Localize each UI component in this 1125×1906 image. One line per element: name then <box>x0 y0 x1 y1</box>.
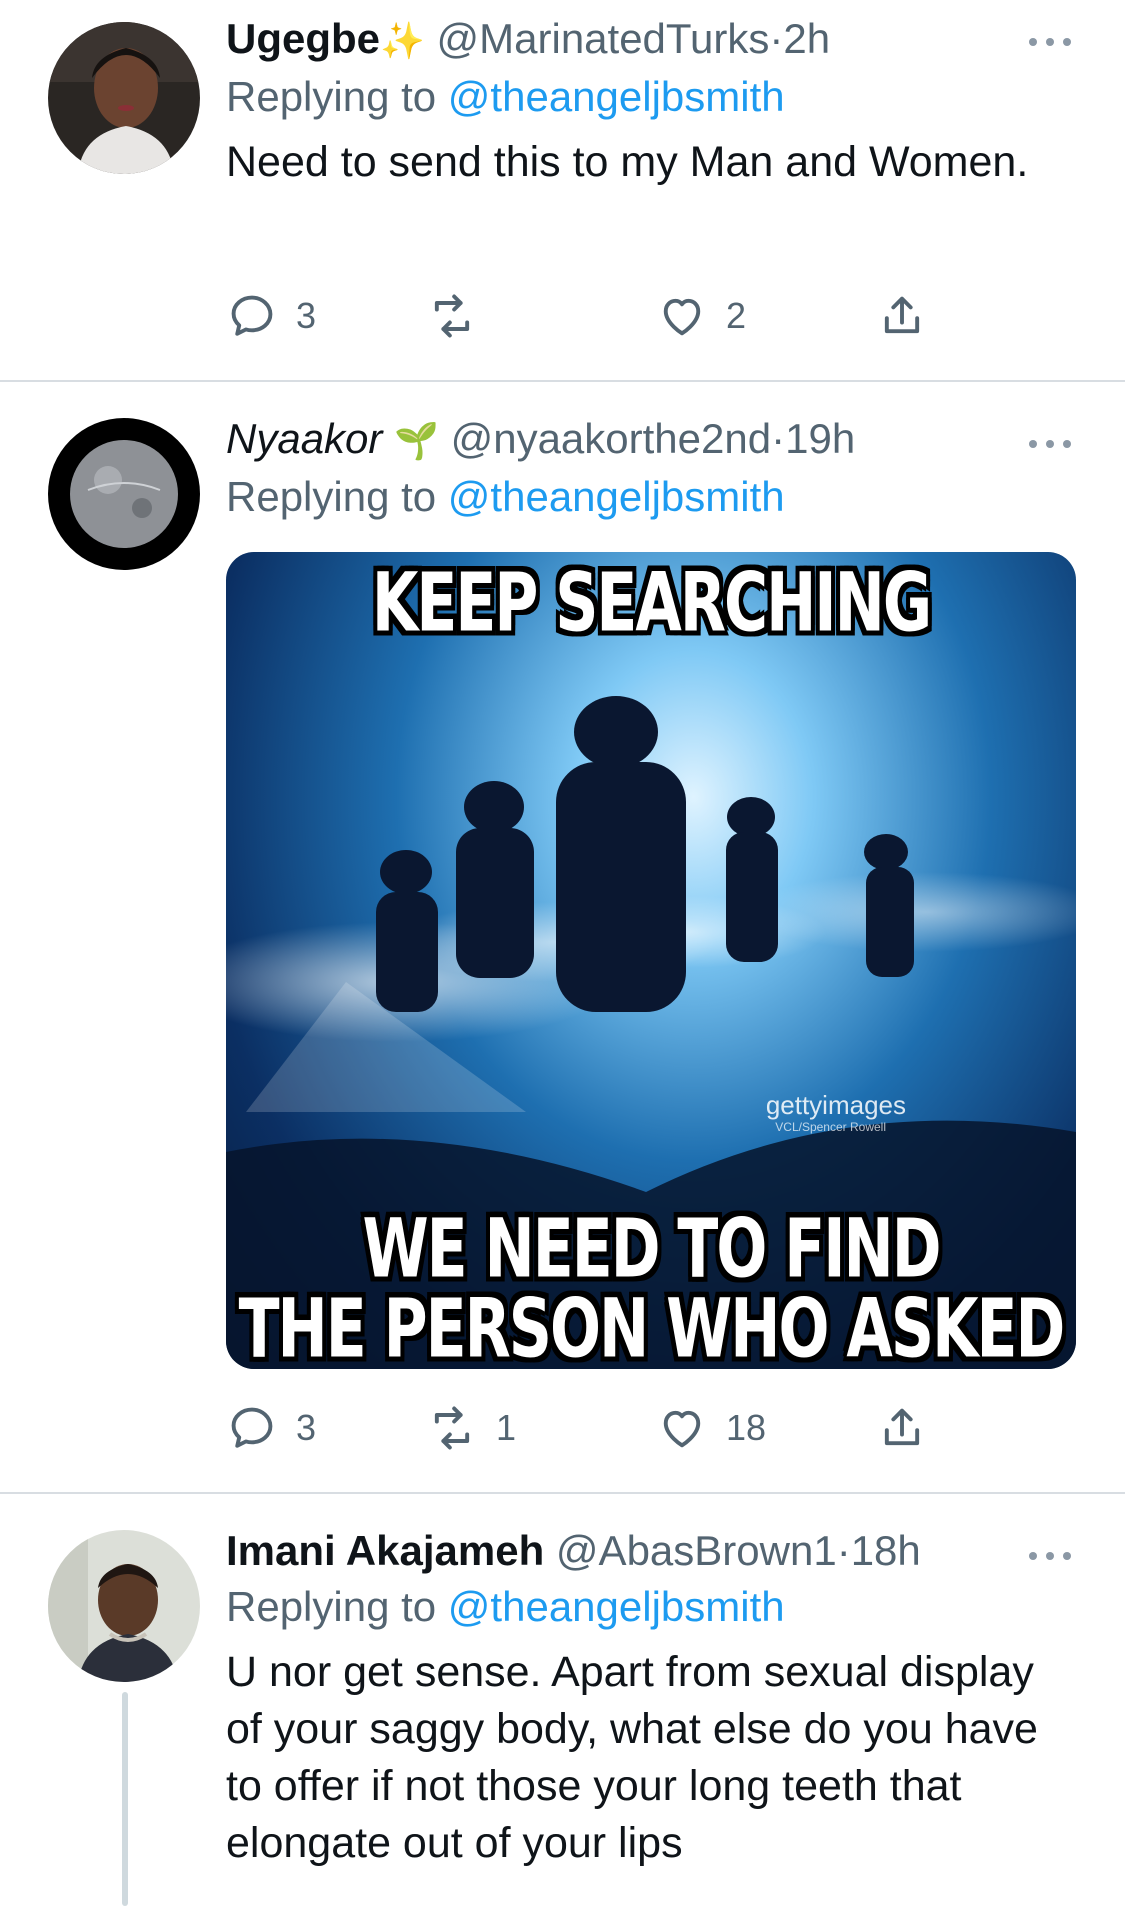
like-count: 18 <box>726 1407 767 1448</box>
replying-to: Replying to @theangeljbsmith <box>226 68 1076 126</box>
replying-prefix: Replying to <box>226 73 437 120</box>
reply-count: 3 <box>296 295 317 336</box>
separator-dot: · <box>769 15 784 62</box>
avatar[interactable] <box>48 418 200 570</box>
user-handle[interactable]: @AbasBrown1 <box>556 1527 837 1574</box>
tweet-text: U nor get sense. Apart from sexual displ… <box>226 1648 1038 1867</box>
reply-icon <box>231 1407 273 1448</box>
share-button[interactable] <box>876 1398 928 1458</box>
reply-button[interactable]: 3 <box>226 286 316 346</box>
replying-prefix: Replying to <box>226 1583 437 1630</box>
retweet-icon <box>434 1406 470 1450</box>
heart-icon <box>663 298 701 336</box>
tweet-actions: 3 2 <box>226 286 1076 346</box>
tweet-text: Need to send this to my Man and Women. <box>226 138 1029 186</box>
retweet-button[interactable] <box>426 286 496 346</box>
avatar[interactable] <box>48 22 200 174</box>
replying-to: Replying to @theangeljbsmith <box>226 468 1076 526</box>
timestamp[interactable]: 19h <box>785 415 855 462</box>
retweet-count: 1 <box>496 1407 517 1448</box>
user-handle[interactable]: @nyaakorthe2nd <box>451 415 772 462</box>
reply-count: 3 <box>296 1407 317 1448</box>
timestamp[interactable]: 2h <box>783 15 830 62</box>
like-count: 2 <box>726 295 747 336</box>
tweet-header: Imani Akajameh @AbasBrown1·18h <box>226 1524 1076 1578</box>
separator-dot: · <box>836 1527 851 1574</box>
tweet-media-image[interactable]: KEEP SEARCHING gettyimages VCL/Spencer R… <box>226 552 1076 1369</box>
separator-dot: · <box>771 415 786 462</box>
reply-button[interactable]: 3 <box>226 1398 316 1458</box>
sparkles-icon: ✨ <box>380 20 425 61</box>
tweet-header: Ugegbe✨ @MarinatedTurks·2h <box>226 12 1076 68</box>
tweet-actions: 3 1 18 <box>226 1398 1076 1458</box>
heart-icon <box>663 1410 701 1448</box>
seedling-icon: 🌱 <box>394 420 439 461</box>
display-name[interactable]: Imani Akajameh <box>226 1527 544 1574</box>
more-options-icon[interactable] <box>1025 1546 1075 1566</box>
more-options-icon[interactable] <box>1025 32 1075 52</box>
avatar[interactable] <box>48 1530 200 1682</box>
display-name[interactable]: Ugegbe <box>226 15 380 62</box>
share-icon <box>884 1408 920 1446</box>
replying-prefix: Replying to <box>226 473 437 520</box>
getty-watermark: gettyimages <box>765 1090 906 1120</box>
tweet-header: Nyaakor 🌱 @nyaakorthe2nd·19h <box>226 412 1076 468</box>
getty-watermark-credit: VCL/Spencer Rowell <box>775 1120 886 1134</box>
replying-to-mention[interactable]: @theangeljbsmith <box>448 473 785 520</box>
retweet-button[interactable]: 1 <box>426 1398 516 1458</box>
timestamp[interactable]: 18h <box>851 1527 921 1574</box>
replying-to-mention[interactable]: @theangeljbsmith <box>448 73 785 120</box>
more-options-icon[interactable] <box>1025 434 1075 454</box>
display-name[interactable]: Nyaakor <box>226 415 382 462</box>
like-button[interactable]: 18 <box>656 1398 766 1458</box>
meme-top-text: KEEP SEARCHING <box>371 556 932 651</box>
tweet-2[interactable]: Nyaakor 🌱 @nyaakorthe2nd·19h Replying to… <box>0 382 1125 1492</box>
like-button[interactable]: 2 <box>656 286 746 346</box>
tweet-1[interactable]: Ugegbe✨ @MarinatedTurks·2h Replying to @… <box>0 0 1125 380</box>
tweet-3[interactable]: Imani Akajameh @AbasBrown1·18h Replying … <box>0 1494 1125 1906</box>
share-icon <box>884 296 920 334</box>
retweet-icon <box>434 294 470 338</box>
replying-to-mention[interactable]: @theangeljbsmith <box>448 1583 785 1630</box>
share-button[interactable] <box>876 286 928 346</box>
reply-icon <box>231 295 273 336</box>
replying-to: Replying to @theangeljbsmith <box>226 1578 1076 1636</box>
thread-connector-line <box>122 1692 128 1906</box>
meme-bottom-text-2: THE PERSON WHO ASKED <box>238 1282 1066 1369</box>
user-handle[interactable]: @MarinatedTurks <box>437 15 770 62</box>
